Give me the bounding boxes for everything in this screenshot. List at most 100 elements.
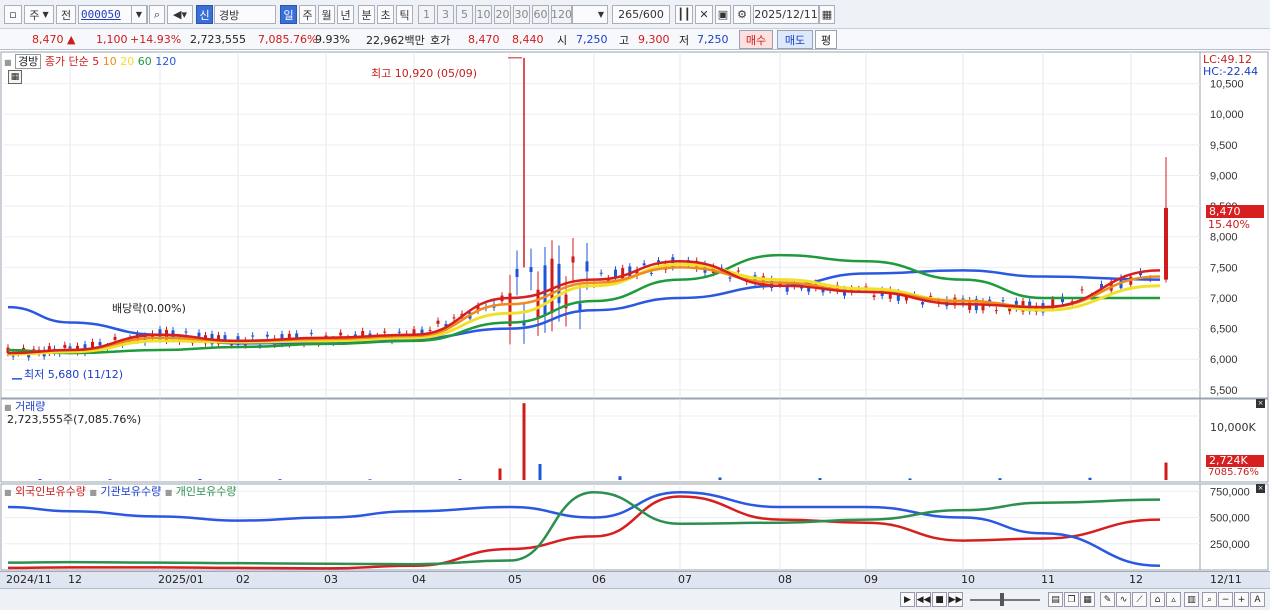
price-tick-label: 7,500 <box>1210 262 1238 274</box>
candle-body <box>397 331 401 333</box>
timeframe-second-button[interactable]: 초 <box>377 5 394 24</box>
volume-bar <box>108 479 112 480</box>
save-icon[interactable]: ▣ <box>715 5 731 24</box>
timeframe-minute-button[interactable]: 분 <box>358 5 375 24</box>
draw-tool-icon[interactable]: ∿ <box>1116 592 1131 607</box>
x-axis-label: 07 <box>678 573 692 586</box>
ma-legend-item: 120 <box>151 55 177 68</box>
price-change-pct: +14.93% <box>130 33 182 46</box>
stop-icon[interactable]: ■ <box>932 592 947 607</box>
price-tick-label: 9,500 <box>1210 140 1238 152</box>
up-arrow-icon: ▲ <box>67 33 76 46</box>
period-type-select[interactable]: 주 ▼ <box>24 5 54 24</box>
price-tick-label: 6,500 <box>1210 324 1238 336</box>
interval-button-5[interactable]: 5 <box>456 5 473 24</box>
x-axis-label: 02 <box>236 573 250 586</box>
table-icon[interactable]: ▦ <box>1080 592 1095 607</box>
x-axis-label: 11 <box>1041 573 1055 586</box>
ma-legend-item: 20 <box>116 55 135 68</box>
volume-bar <box>818 478 822 480</box>
volume-bar <box>618 476 622 480</box>
timeframe-month-button[interactable]: 월 <box>318 5 335 24</box>
crosshair-icon[interactable]: ✕ <box>695 5 713 24</box>
volume-bar <box>522 403 526 480</box>
zoom-slider[interactable] <box>970 599 1040 601</box>
search-icon[interactable]: ⌕ <box>149 5 165 24</box>
x-axis-label: 04 <box>412 573 426 586</box>
panel-frame <box>0 398 1269 483</box>
candle-body <box>68 346 72 349</box>
holdings-tick-label: 500,000 <box>1210 513 1250 525</box>
candle-body <box>452 317 456 319</box>
interval-button-120[interactable]: 120 <box>551 5 572 24</box>
zoom-out-icon[interactable]: − <box>1218 592 1233 607</box>
candle-body <box>994 310 998 312</box>
search-icon[interactable]: ⌕ <box>1202 592 1217 607</box>
price-tick-label: 9,000 <box>1210 170 1238 182</box>
candle-body <box>872 295 876 297</box>
current-price-tag: 8,470 <box>1206 205 1264 218</box>
institution-holdings-label: 기관보유수량 <box>100 485 162 498</box>
timeframe-year-button[interactable]: 년 <box>337 5 354 24</box>
buy-button[interactable]: 매수 <box>739 30 773 49</box>
price-tick-label: 10,500 <box>1210 79 1244 91</box>
new-badge[interactable]: 신 <box>196 5 213 24</box>
layout-icon[interactable]: ▤ <box>1048 592 1063 607</box>
fast-forward-icon[interactable]: ▶▶ <box>948 592 963 607</box>
candle-icon[interactable]: ┃┃ <box>675 5 693 24</box>
draw-tool-icon[interactable]: ▵ <box>1166 592 1181 607</box>
speaker-icon[interactable]: ◀▾ <box>167 5 193 24</box>
draw-tool-icon[interactable]: ✎ <box>1100 592 1115 607</box>
interval-button-20[interactable]: 20 <box>494 5 511 24</box>
eval-button[interactable]: 평 <box>815 30 837 49</box>
trash-icon[interactable]: ▥ <box>1184 592 1199 607</box>
copy-icon[interactable]: ❐ <box>1064 592 1079 607</box>
individual-holdings-label: 개인보유수량 <box>175 485 237 498</box>
interval-button-1[interactable]: 1 <box>418 5 435 24</box>
quote-bar: 8,470 ▲ 1,100 +14.93% 2,723,555 7,085.76… <box>0 29 1270 50</box>
candle-body <box>649 272 653 274</box>
prev-button[interactable]: 전 <box>56 5 76 24</box>
ma-period-list: 5 10 20 60 120 <box>92 55 176 68</box>
bidask-label: 호가 <box>430 33 451 47</box>
window-icon[interactable]: ▫ <box>4 5 22 24</box>
volume-bar <box>998 478 1002 480</box>
close-icon[interactable]: × <box>1256 484 1265 493</box>
timeframe-week-button[interactable]: 주 <box>299 5 316 24</box>
zoom-slider-handle[interactable] <box>1000 593 1004 606</box>
view-count-field[interactable]: 265/600 <box>612 5 670 24</box>
interval-dropdown[interactable]: ▼ <box>572 5 608 24</box>
date-field[interactable]: 2025/12/11 <box>753 5 819 24</box>
gear-icon[interactable]: ⚙ <box>733 5 751 24</box>
open-label: 시 <box>557 33 568 47</box>
timeframe-day-button[interactable]: 일 <box>280 5 297 24</box>
draw-tool-icon[interactable]: ⟋ <box>1132 592 1147 607</box>
volume-bar <box>498 468 502 480</box>
zoom-in-icon[interactable]: + <box>1234 592 1249 607</box>
font-icon[interactable]: A <box>1250 592 1265 607</box>
candle-body <box>230 344 233 346</box>
high-price: 9,300 <box>638 33 670 46</box>
hc-label: HC:-22.44 <box>1203 65 1259 78</box>
x-axis-label: 2025/01 <box>158 573 204 586</box>
volume-ratio: 7,085.76% <box>258 33 318 46</box>
code-dropdown-button[interactable]: ▼ <box>131 5 147 24</box>
stock-name-field[interactable]: 경방 <box>214 5 276 24</box>
interval-button-30[interactable]: 30 <box>513 5 530 24</box>
timeframe-tick-button[interactable]: 틱 <box>396 5 413 24</box>
rewind-icon[interactable]: ◀◀ <box>916 592 931 607</box>
low-annotation: 최저 5,680 (11/12) <box>24 368 124 381</box>
close-icon[interactable]: × <box>1256 399 1265 408</box>
interval-button-60[interactable]: 60 <box>532 5 549 24</box>
candle-body <box>113 336 117 340</box>
ma-legend-item: 60 <box>134 55 152 68</box>
scroll-right-icon[interactable]: ▶ <box>900 592 915 607</box>
candle-body <box>1001 300 1005 302</box>
price-tick-label: 7,000 <box>1210 293 1238 305</box>
calendar-icon[interactable]: ▦ <box>819 5 835 24</box>
interval-button-3[interactable]: 3 <box>437 5 454 24</box>
sell-button[interactable]: 매도 <box>777 30 813 49</box>
draw-tool-icon[interactable]: ⌂ <box>1150 592 1165 607</box>
interval-button-10[interactable]: 10 <box>475 5 492 24</box>
table-icon[interactable]: ▦ <box>8 70 22 84</box>
